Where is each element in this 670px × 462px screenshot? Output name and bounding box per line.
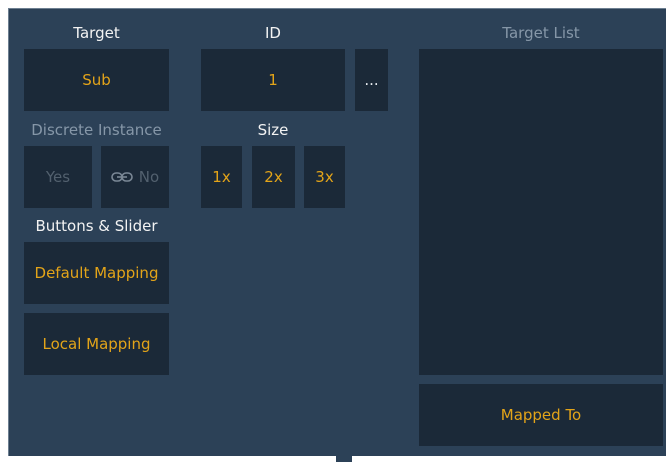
discrete-no-label: No xyxy=(138,168,160,186)
size-2x-button[interactable]: 2x xyxy=(252,146,295,208)
buttons-slider-heading: Buttons & Slider xyxy=(35,217,158,235)
target-list-heading: Target List xyxy=(502,24,580,42)
id-heading: ID xyxy=(265,24,281,42)
discrete-yes-button: Yes xyxy=(24,146,92,208)
discrete-yes-label: Yes xyxy=(45,168,71,186)
local-mapping-button[interactable]: Local Mapping xyxy=(24,313,169,375)
target-heading: Target xyxy=(73,24,120,42)
size-3x-button[interactable]: 3x xyxy=(304,146,345,208)
id-button[interactable]: 1 xyxy=(201,49,345,111)
target-button[interactable]: Sub xyxy=(24,49,169,111)
default-mapping-button[interactable]: Default Mapping xyxy=(24,242,169,304)
id-more-button[interactable]: ... xyxy=(355,49,388,111)
discrete-instance-heading: Discrete Instance xyxy=(31,121,162,139)
discrete-no-button: No xyxy=(101,146,169,208)
mapped-to-button[interactable]: Mapped To xyxy=(419,384,663,446)
size-1x-button[interactable]: 1x xyxy=(201,146,242,208)
target-list[interactable] xyxy=(419,49,663,375)
link-icon xyxy=(110,172,133,182)
panel-notch xyxy=(336,455,352,462)
size-heading: Size xyxy=(257,121,289,139)
